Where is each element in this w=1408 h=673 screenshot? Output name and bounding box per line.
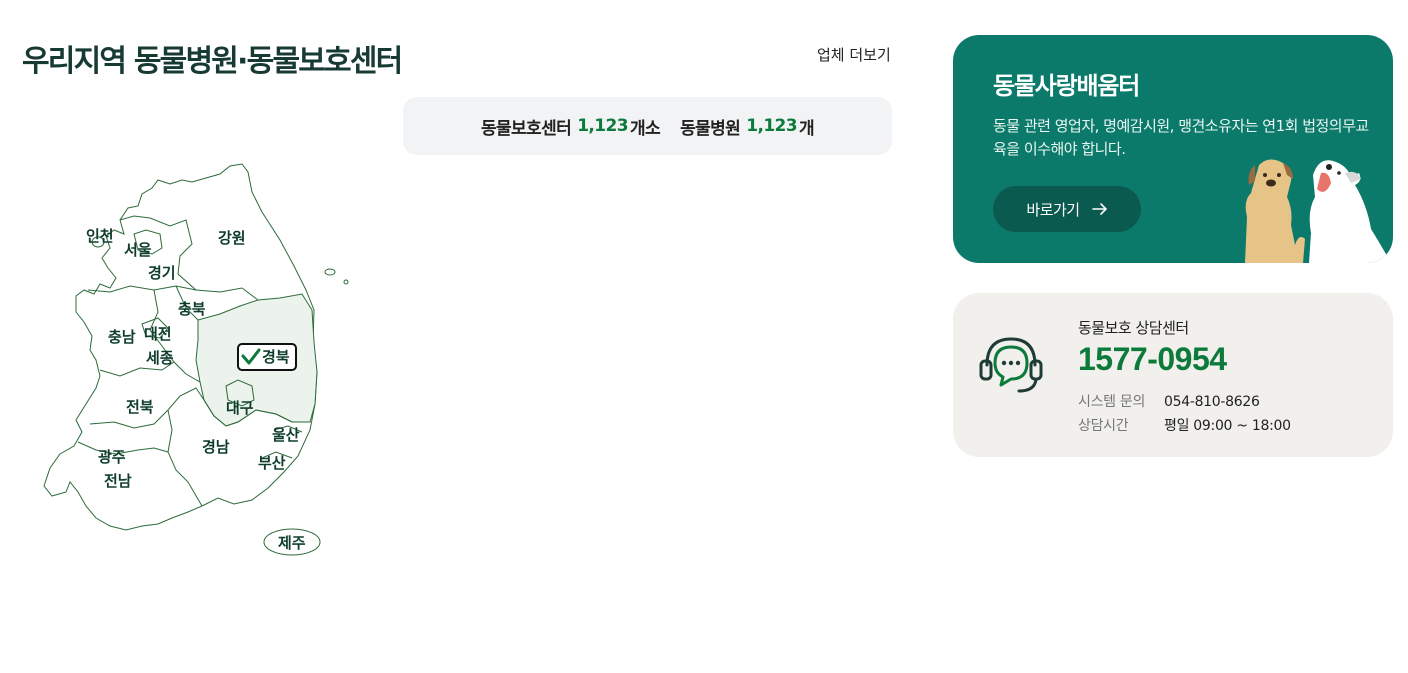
ulleung-island (324, 268, 336, 276)
border-gyeonggi-south (87, 285, 197, 293)
region-label-seoul[interactable]: 서울 (124, 241, 152, 259)
korea-region-map[interactable]: 인천 서울 강원 경기 충북 충남 대전 세종 경북 전북 대구 울산 경남 광… (30, 160, 370, 570)
call-center-label: 동물보호 상담센터 (1078, 319, 1189, 337)
dokdo-island (343, 279, 349, 285)
shelter-label: 동물보호센터 (480, 118, 572, 139)
system-inquiry-row: 시스템 문의 054-810-8626 (1078, 391, 1260, 411)
hospital-count: 1,123 (746, 116, 798, 136)
shelter-count: 1,123 (577, 116, 628, 136)
call-center-card: 동물보호 상담센터 1577-0954 시스템 문의 054-810-8626 상… (953, 293, 1393, 457)
region-label-daegu[interactable]: 대구 (226, 399, 254, 417)
go-button[interactable]: 바로가기 (993, 186, 1141, 232)
korea-map-svg: 인천 서울 강원 경기 충북 충남 대전 세종 경북 전북 대구 울산 경남 광… (43, 163, 349, 556)
region-label-jeju[interactable]: 제주 (278, 534, 306, 552)
hours-value: 평일 09:00 ~ 18:00 (1164, 418, 1291, 434)
hours-label: 상담시간 (1078, 418, 1129, 434)
hours-row: 상담시간 평일 09:00 ~ 18:00 (1078, 415, 1291, 435)
region-label-jeonnam[interactable]: 전남 (104, 472, 132, 490)
region-label-sejong[interactable]: 세종 (146, 349, 174, 367)
page-title: 우리지역 동물병원·동물보호센터 (22, 44, 403, 79)
hospital-unit: 개 (799, 118, 815, 139)
region-label-gwangju[interactable]: 광주 (98, 448, 126, 466)
facility-count-summary: 동물보호센터 1,123 개소 동물병원 1,123 개 (403, 97, 892, 155)
system-inquiry-label: 시스템 문의 (1078, 394, 1146, 410)
headset-chat-icon (979, 337, 1043, 393)
region-label-chungnam[interactable]: 충남 (108, 328, 136, 346)
region-label-jeonbuk[interactable]: 전북 (126, 398, 154, 416)
region-label-chungbuk[interactable]: 충북 (178, 300, 206, 318)
dogs-illustration (1245, 159, 1391, 263)
education-banner[interactable]: 동물사랑배움터 동물 관련 영업자, 명예감시원, 맹견소유자는 연1회 법정의… (953, 35, 1393, 263)
banner-title: 동물사랑배움터 (993, 72, 1140, 100)
region-label-gangwon[interactable]: 강원 (218, 229, 246, 247)
hospital-label: 동물병원 (680, 118, 741, 139)
call-center-phone[interactable]: 1577-0954 (1078, 341, 1227, 378)
region-label-gyeonggi[interactable]: 경기 (148, 264, 176, 282)
arrow-right-icon (1091, 203, 1107, 215)
more-companies-link[interactable]: 업체 더보기 (817, 44, 891, 65)
shelter-unit: 개소 (629, 118, 661, 139)
go-button-label: 바로가기 (1026, 200, 1080, 219)
region-label-daejeon[interactable]: 대전 (144, 325, 172, 343)
region-label-busan[interactable]: 부산 (258, 454, 286, 472)
region-label-gyeongnam[interactable]: 경남 (202, 438, 230, 456)
region-label-gyeongbuk[interactable]: 경북 (262, 348, 290, 366)
region-label-ulsan[interactable]: 울산 (272, 426, 300, 444)
region-label-incheon[interactable]: 인천 (86, 227, 114, 245)
system-inquiry-phone[interactable]: 054-810-8626 (1164, 394, 1260, 410)
